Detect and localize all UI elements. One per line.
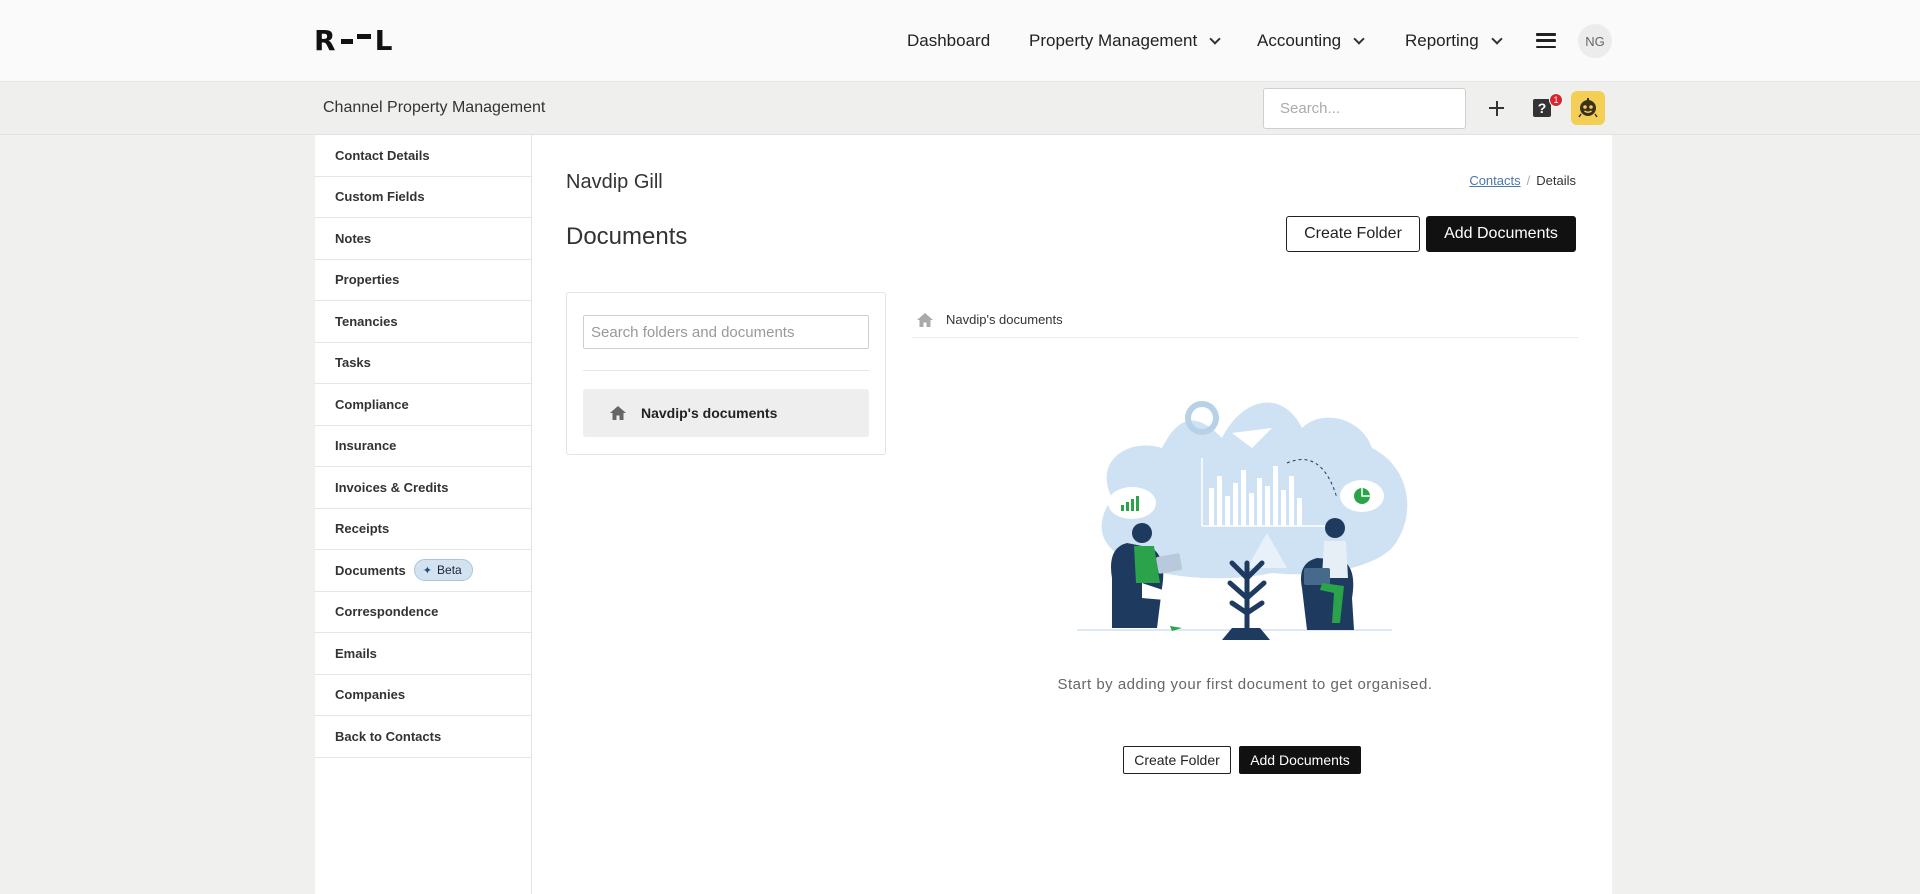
sidebar-item-tasks[interactable]: Tasks xyxy=(315,343,531,384)
notification-badge: 1 xyxy=(1549,93,1563,107)
nav-property-management[interactable]: Property Management xyxy=(1029,0,1221,82)
sidebar-item-invoices-credits[interactable]: Invoices & Credits xyxy=(315,467,531,509)
sidebar-item-label: Insurance xyxy=(335,438,397,454)
nav-property-management-label: Property Management xyxy=(1029,31,1198,50)
sidebar-item-label: Emails xyxy=(335,645,377,661)
create-folder-button-secondary[interactable]: Create Folder xyxy=(1123,746,1231,774)
sidebar-item-label: Contact Details xyxy=(335,147,430,163)
sidebar-item-notes[interactable]: Notes xyxy=(315,218,531,260)
global-search-input[interactable] xyxy=(1263,88,1466,129)
page-title: Documents xyxy=(566,223,688,250)
sidebar-item-back-to-contacts[interactable]: Back to Contacts xyxy=(315,716,531,758)
sidebar-item-documents[interactable]: Documents ✦ Beta xyxy=(315,550,531,592)
help-button[interactable]: ? 1 xyxy=(1531,93,1563,121)
logo-letter-right: L xyxy=(374,23,394,57)
home-icon[interactable] xyxy=(916,312,934,328)
create-folder-button[interactable]: Create Folder xyxy=(1286,216,1420,252)
hamburger-icon[interactable] xyxy=(1536,33,1556,48)
user-avatar[interactable]: NG xyxy=(1578,24,1612,58)
sidebar-item-label: Compliance xyxy=(335,396,409,412)
breadcrumb-separator: / xyxy=(1526,173,1531,188)
sidebar-item-tenancies[interactable]: Tenancies xyxy=(315,301,531,343)
sidebar-item-correspondence[interactable]: Correspondence xyxy=(315,592,531,633)
sidebar-item-label: Correspondence xyxy=(335,604,439,620)
nav-accounting[interactable]: Accounting xyxy=(1257,0,1365,82)
sidebar-item-insurance[interactable]: Insurance xyxy=(315,426,531,467)
logo-dashes xyxy=(340,33,371,44)
chevron-down-icon xyxy=(1209,32,1221,45)
sidebar-item-custom-fields[interactable]: Custom Fields xyxy=(315,177,531,218)
page-background xyxy=(1612,135,1920,894)
sidebar-item-label: Tasks xyxy=(335,355,371,371)
empty-state-message: Start by adding your first document to g… xyxy=(1057,676,1433,693)
assistant-button[interactable] xyxy=(1571,91,1605,125)
sidebar-item-properties[interactable]: Properties xyxy=(315,260,531,301)
folder-tree-panel: Navdip's documents xyxy=(566,292,886,455)
bot-icon xyxy=(1578,98,1598,118)
sidebar-item-label: Properties xyxy=(335,272,400,288)
nav-dashboard[interactable]: Dashboard xyxy=(907,0,990,82)
sidebar-item-emails[interactable]: Emails xyxy=(315,633,531,675)
home-icon xyxy=(610,406,626,420)
breadcrumb-current: Details xyxy=(1536,173,1576,188)
sidebar-item-label: Back to Contacts xyxy=(335,728,442,744)
contact-sidebar: Contact Details Custom Fields Notes Prop… xyxy=(315,135,532,894)
sidebar-item-receipts[interactable]: Receipts xyxy=(315,509,531,550)
add-documents-button-secondary[interactable]: Add Documents xyxy=(1239,746,1361,774)
sidebar-item-compliance[interactable]: Compliance xyxy=(315,384,531,426)
nav-accounting-label: Accounting xyxy=(1257,31,1342,50)
context-bar: Channel Property Management ? 1 xyxy=(0,83,1920,135)
brand-logo[interactable]: R L xyxy=(314,23,394,57)
contact-name: Navdip Gill xyxy=(566,171,663,193)
chevron-down-icon xyxy=(1353,32,1365,45)
plus-icon[interactable] xyxy=(1482,94,1510,122)
logo-letter-left: R xyxy=(314,23,337,57)
divider xyxy=(583,370,869,371)
beta-badge: ✦ Beta xyxy=(413,559,473,582)
folder-path: Navdip's documents xyxy=(912,302,1578,338)
folder-search-input[interactable] xyxy=(583,315,869,349)
beta-badge-label: Beta xyxy=(437,563,462,578)
breadcrumb-contacts-link[interactable]: Contacts xyxy=(1469,173,1520,188)
sidebar-item-label: Receipts xyxy=(335,521,390,537)
add-documents-button[interactable]: Add Documents xyxy=(1426,216,1576,252)
sidebar-item-companies[interactable]: Companies xyxy=(315,675,531,716)
nav-dashboard-label: Dashboard xyxy=(907,31,991,50)
chevron-down-icon xyxy=(1491,32,1503,45)
sidebar-item-label: Documents xyxy=(335,562,406,578)
nav-reporting-label: Reporting xyxy=(1405,31,1479,50)
sidebar-item-label: Companies xyxy=(335,687,406,703)
documents-panel: Navdip Gill Contacts / Details Documents… xyxy=(532,135,1612,894)
folder-tree-item-root[interactable]: Navdip's documents xyxy=(583,389,869,437)
empty-state-illustration xyxy=(1077,401,1408,640)
sidebar-item-label: Notes xyxy=(335,230,372,246)
sidebar-item-label: Invoices & Credits xyxy=(335,479,449,495)
sparkle-icon: ✦ xyxy=(422,564,433,577)
folder-path-label: Navdip's documents xyxy=(946,312,1063,327)
company-name: Channel Property Management xyxy=(323,99,546,116)
sidebar-item-contact-details[interactable]: Contact Details xyxy=(315,135,531,177)
top-navigation: R L Dashboard Property Management Accoun… xyxy=(0,0,1920,82)
nav-reporting[interactable]: Reporting xyxy=(1405,0,1503,82)
sidebar-item-label: Custom Fields xyxy=(335,189,425,205)
folder-tree-item-label: Navdip's documents xyxy=(641,405,778,421)
breadcrumb: Contacts / Details xyxy=(1469,173,1576,188)
sidebar-item-label: Tenancies xyxy=(335,313,398,329)
